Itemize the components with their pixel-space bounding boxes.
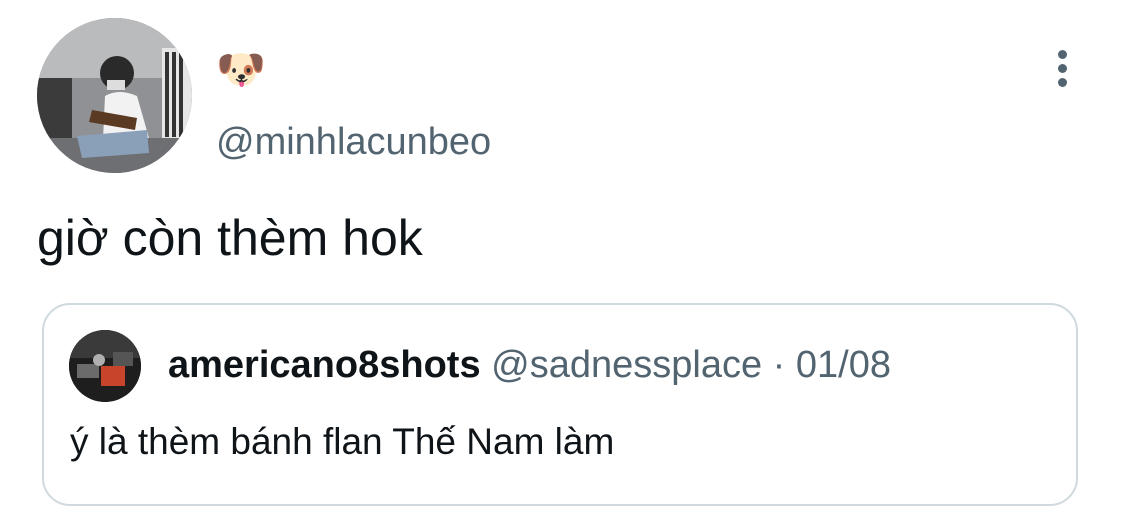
quoted-display-name[interactable]: americano8shots [168,344,481,386]
quoted-tweet-header: americano8shots @sadnessplace · 01/08 [168,341,891,389]
tweet: 🐶 @minhlacunbeo giờ còn thèm hok america… [0,0,1125,519]
more-options-button[interactable] [1040,44,1084,92]
tweet-text: giờ còn thèm hok [37,210,423,266]
separator-dot: · [772,344,786,386]
quoted-avatar-photo [69,330,141,402]
display-name[interactable]: 🐶 [216,46,266,94]
author-avatar[interactable] [37,18,192,173]
more-vertical-icon [1057,77,1067,87]
quoted-author-avatar[interactable] [69,330,141,402]
quoted-date[interactable]: 01/08 [796,344,891,386]
quoted-handle[interactable]: @sadnessplace [491,344,762,386]
author-handle[interactable]: @minhlacunbeo [216,118,491,166]
quoted-tweet-card[interactable]: americano8shots @sadnessplace · 01/08 ý … [42,303,1078,506]
quoted-tweet-text: ý là thèm bánh flan Thế Nam làm [70,421,615,462]
avatar-photo [37,18,192,173]
more-vertical-icon [1057,49,1067,59]
more-vertical-icon [1057,63,1067,73]
